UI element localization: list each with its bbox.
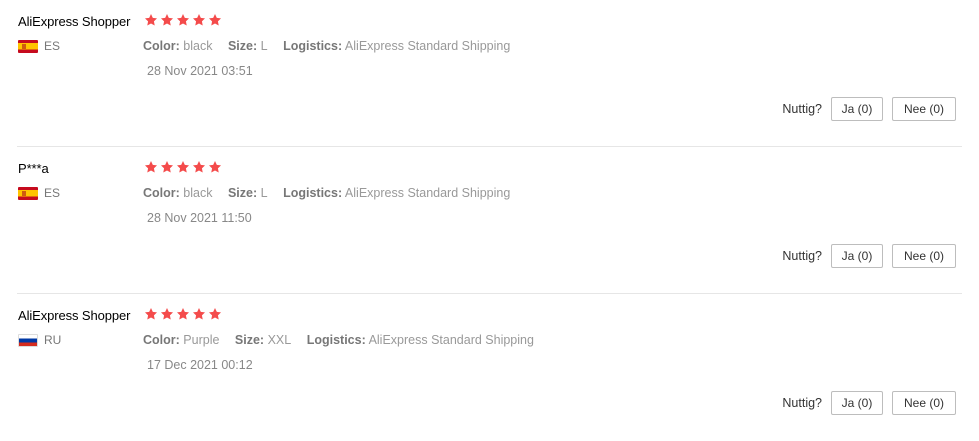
star-icon [176,160,190,174]
size-value: XXL [267,333,292,347]
product-attributes: Color: black Size: L Logistics: AliExpre… [143,39,522,53]
helpful-yes-button[interactable]: Ja (0) [831,97,883,121]
russia-flag-icon [18,333,38,347]
country-code: ES [44,39,61,53]
helpful-vote: Nuttig? Ja (0) Nee (0) [782,391,956,415]
size-value: L [260,186,268,200]
star-rating [144,13,222,27]
helpful-no-button[interactable]: Nee (0) [892,244,956,268]
star-icon [176,307,190,321]
reviewer-country: RU [18,333,61,347]
review-date: 17 Dec 2021 00:12 [147,358,253,372]
color-value: Purple [183,333,220,347]
star-icon [192,160,206,174]
helpful-question: Nuttig? [782,396,822,410]
size-label: Size: [234,333,265,347]
helpful-vote: Nuttig? Ja (0) Nee (0) [782,97,956,121]
size-label: Size: [227,39,258,53]
logistics-value: AliExpress Standard Shipping [344,186,511,200]
helpful-yes-button[interactable]: Ja (0) [831,391,883,415]
logistics-value: AliExpress Standard Shipping [368,333,534,347]
product-attributes: Color: Purple Size: XXL Logistics: AliEx… [143,333,546,347]
logistics-label: Logistics: [306,333,366,347]
review-item: AliExpress Shopper RU Color: Purple Size… [0,294,979,441]
star-icon [160,160,174,174]
size-label: Size: [227,186,258,200]
star-icon [192,13,206,27]
star-icon [208,307,222,321]
logistics-value: AliExpress Standard Shipping [344,39,511,53]
star-icon [160,13,174,27]
spain-flag-icon [18,39,38,53]
star-rating [144,307,222,321]
reviewer-name: AliExpress Shopper [18,308,131,323]
star-icon [208,160,222,174]
size-value: L [260,39,268,53]
product-attributes: Color: black Size: L Logistics: AliExpre… [143,186,522,200]
logistics-label: Logistics: [283,186,343,200]
helpful-question: Nuttig? [782,102,822,116]
color-value: black [183,39,213,53]
star-icon [160,307,174,321]
helpful-no-button[interactable]: Nee (0) [892,391,956,415]
review-date: 28 Nov 2021 11:50 [147,211,252,225]
review-item: P***a ES Color: black Size: L Logistics:… [0,147,979,294]
reviewer-name: AliExpress Shopper [18,14,131,29]
star-icon [144,13,158,27]
review-date: 28 Nov 2021 03:51 [147,64,253,78]
helpful-yes-button[interactable]: Ja (0) [831,244,883,268]
reviewer-country: ES [18,186,60,200]
star-icon [192,307,206,321]
helpful-question: Nuttig? [782,249,822,263]
color-label: Color: [143,39,180,53]
color-label: Color: [143,333,180,347]
color-value: black [183,186,213,200]
star-icon [176,13,190,27]
star-icon [144,307,158,321]
helpful-no-button[interactable]: Nee (0) [892,97,956,121]
color-label: Color: [143,186,180,200]
star-icon [208,13,222,27]
country-code: RU [44,333,62,347]
star-icon [144,160,158,174]
helpful-vote: Nuttig? Ja (0) Nee (0) [782,244,956,268]
country-code: ES [44,186,61,200]
reviewer-name: P***a [18,161,49,176]
review-item: AliExpress Shopper ES Color: black Size:… [0,0,979,147]
star-rating [144,160,222,174]
reviewer-country: ES [18,39,60,53]
logistics-label: Logistics: [283,39,343,53]
spain-flag-icon [18,186,38,200]
